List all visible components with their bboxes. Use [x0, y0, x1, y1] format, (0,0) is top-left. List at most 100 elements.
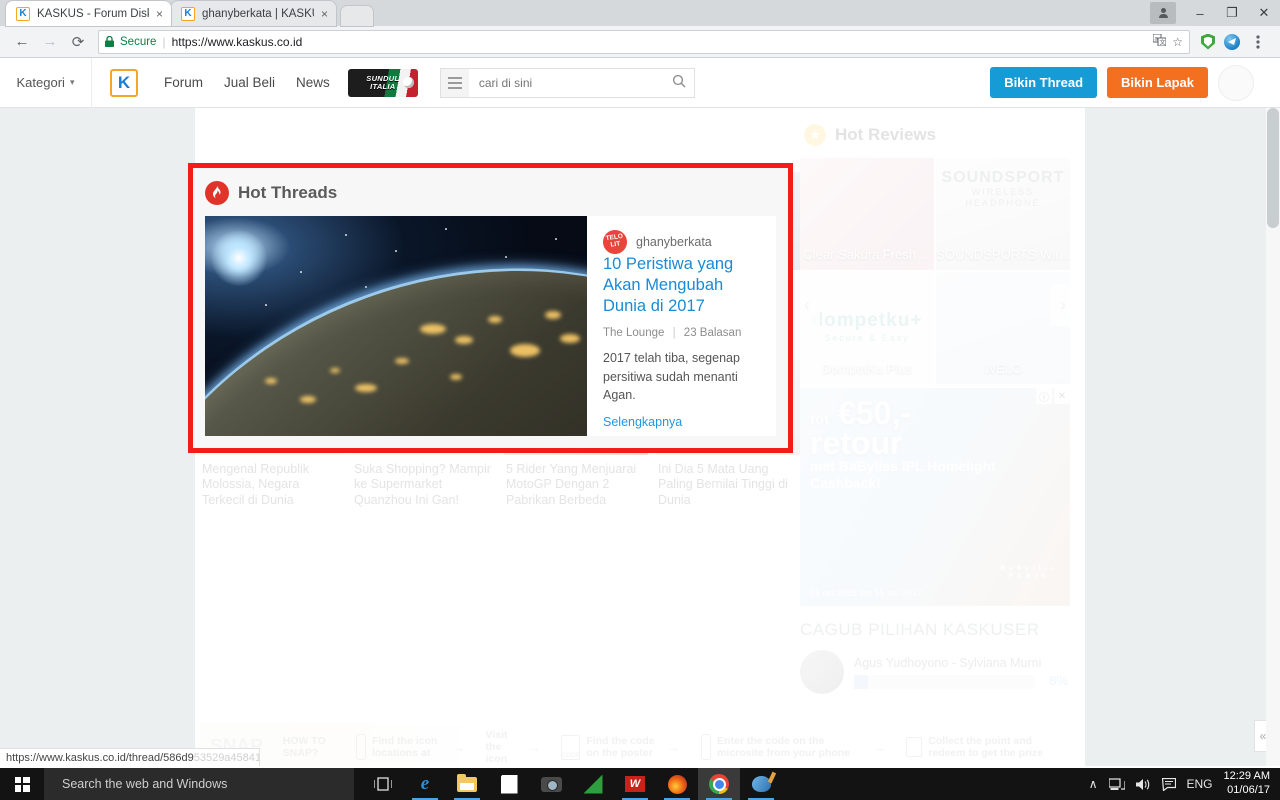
arrow-icon: → — [526, 739, 541, 755]
language-indicator[interactable]: ENG — [1187, 777, 1213, 791]
maximize-button[interactable]: ❐ — [1216, 0, 1248, 26]
action-center-icon[interactable] — [1161, 777, 1176, 791]
search-box[interactable] — [439, 67, 695, 98]
minimize-button[interactable]: – — [1184, 0, 1216, 26]
review-caption: Clear Sakura Fresh ... — [803, 247, 931, 262]
thread-forum[interactable]: The Lounge — [603, 327, 664, 339]
bikin-lapak-button[interactable]: Bikin Lapak — [1107, 67, 1208, 98]
ad-brand-sub: PARIS — [1008, 572, 1050, 580]
overlay-sub: WIRELESS HEADPHONE — [965, 187, 1041, 208]
carousel-next-icon[interactable]: › — [1050, 284, 1076, 326]
ad-info-icon[interactable]: ⓘ — [1036, 388, 1052, 404]
browser-tab-2[interactable]: K ghanyberkata | KASKUS × — [171, 1, 336, 26]
taskbar-chrome-icon[interactable] — [698, 768, 740, 800]
taskbar-edge-icon[interactable]: e — [404, 768, 446, 800]
review-tile[interactable]: SOUNDSPORT WIRELESS HEADPHONE SOUNDSPORT… — [936, 158, 1070, 270]
author-username[interactable]: ghanyberkata — [636, 235, 712, 249]
nav-link-news[interactable]: News — [296, 75, 330, 90]
kategori-menu[interactable]: Kategori ▾ — [0, 58, 92, 108]
browser-extension-icon[interactable] — [1220, 30, 1244, 54]
bottom-banner-ad[interactable]: SNAP HOW TO SNAP? Find the icon location… — [200, 723, 1080, 766]
kaskus-k-icon: K — [16, 6, 30, 21]
taskbar-firefox-icon[interactable] — [656, 768, 698, 800]
sidebar-advertisement[interactable]: ⓘ ✕ tot €50,- retour met BaByliss IPL Ho… — [800, 388, 1070, 606]
taskbar-clock[interactable]: 12:29 AM 01/06/17 — [1224, 770, 1270, 798]
thread-thumbnail[interactable] — [205, 216, 587, 436]
ad-headline-retour: retour — [810, 425, 903, 462]
cagub-poll-widget: CAGUB PILIHAN KASKUSER Agus Yudhoyono - … — [800, 616, 1070, 694]
browser-tab-1[interactable]: K KASKUS - Forum Diskusi × — [6, 1, 171, 26]
cagub-candidate-row[interactable]: Agus Yudhoyono - Sylviana Murni 8% — [800, 650, 1070, 694]
hot-reviews-header: ★ Hot Reviews — [800, 108, 1070, 158]
tab-close-icon[interactable]: × — [156, 8, 163, 20]
hot-threads-card: Hot Threads TELO LIT ghanyberkata 10 Per… — [188, 163, 793, 453]
taskbar-store-icon[interactable] — [488, 768, 530, 800]
phone-icon — [355, 734, 366, 760]
back-icon[interactable]: ← — [8, 28, 36, 56]
taskbar-file-explorer-icon[interactable] — [446, 768, 488, 800]
overlay-main: SOUNDSPORT — [941, 169, 1065, 186]
adguard-shield-icon[interactable] — [1196, 30, 1220, 54]
ad-close-icon[interactable]: ✕ — [1054, 388, 1070, 404]
tab-close-icon[interactable]: × — [321, 8, 328, 20]
tab-strip: K KASKUS - Forum Diskusi × K ghanyberkat… — [0, 0, 1280, 26]
poll-bar: 8% — [854, 673, 1068, 689]
taskbar-search-box[interactable]: Search the web and Windows — [44, 768, 354, 800]
taskbar-app-icons: e W — [362, 768, 782, 800]
address-bar[interactable]: Secure | https://www.kaskus.co.id a文 ☆ — [98, 29, 1190, 54]
review-tile[interactable]: dompetku+ Secure & Easy DompetKu Plus — [800, 272, 934, 384]
ad-brand: BaByliss PARIS — [1000, 564, 1058, 580]
bookmark-star-icon[interactable]: ☆ — [1172, 35, 1183, 49]
bikin-thread-button[interactable]: Bikin Thread — [990, 67, 1098, 98]
arrow-icon: → — [451, 739, 466, 755]
reload-icon[interactable]: ⟳ — [64, 28, 92, 56]
search-icon[interactable] — [664, 74, 694, 91]
meta-separator: | — [672, 326, 676, 339]
review-tile[interactable]: Clear Sakura Fresh ... — [800, 158, 934, 270]
overlay-sub: Secure & Easy — [824, 332, 910, 343]
volume-icon[interactable] — [1135, 778, 1151, 791]
url-text[interactable]: https://www.kaskus.co.id — [172, 35, 1148, 49]
start-button[interactable] — [0, 768, 44, 800]
translate-icon[interactable]: a文 — [1152, 33, 1167, 49]
taskbar-camera-icon[interactable] — [530, 768, 572, 800]
system-tray: ∧ ENG 12:29 AM 01/06/17 — [1089, 770, 1280, 798]
nav-link-forum[interactable]: Forum — [164, 75, 203, 90]
network-icon[interactable] — [1108, 777, 1125, 791]
task-view-icon[interactable] — [362, 768, 404, 800]
thread-author[interactable]: TELO LIT ghanyberkata — [601, 228, 760, 256]
read-more-link[interactable]: Selengkapnya — [603, 415, 682, 429]
taskbar-winamp-icon[interactable]: W — [614, 768, 656, 800]
new-tab-button[interactable] — [341, 6, 373, 26]
menu-icon[interactable] — [440, 68, 469, 97]
banner-step-2: Visit the icon → — [476, 729, 551, 765]
sundul-italia-badge[interactable]: SUNDUL ITALIA — [347, 68, 418, 97]
taskbar-paint-icon[interactable] — [740, 768, 782, 800]
carousel-prev-icon[interactable]: ‹ — [794, 284, 820, 326]
poll-percent: 8% — [1049, 672, 1068, 688]
tray-expand-icon[interactable]: ∧ — [1089, 777, 1098, 791]
taskbar-vegas-icon[interactable] — [572, 768, 614, 800]
kategori-label: Kategori — [16, 75, 65, 90]
close-window-button[interactable]: ✕ — [1248, 0, 1280, 26]
kaskus-k-icon: K — [181, 6, 195, 21]
chrome-browser-window: K KASKUS - Forum Diskusi × K ghanyberkat… — [0, 0, 1280, 768]
thread-title-link[interactable]: 10 Peristiwa yang Akan Mengubah Dunia di… — [603, 255, 733, 315]
ad-date-range: 15 okt 2016 t/m 15 jan 2017 — [810, 588, 922, 598]
user-avatar[interactable] — [1218, 64, 1254, 101]
banner-step-3: CODE Find the code on the poster → — [551, 734, 691, 760]
step-text: Visit the icon — [485, 728, 508, 766]
profile-avatar-icon[interactable] — [1150, 2, 1176, 24]
scrollbar-thumb[interactable] — [1267, 108, 1279, 228]
banner-step-1: Find the icon locations at → — [346, 734, 476, 760]
kaskus-site-header: Kategori ▾ K Forum Jual Beli News SUNDUL… — [0, 58, 1280, 108]
forward-icon[interactable]: → — [36, 28, 64, 56]
kaskus-logo-icon[interactable]: K — [110, 68, 138, 97]
step-text: Enter the code on the microsite from you… — [717, 734, 851, 759]
thread-replies: 23 Balasan — [683, 326, 742, 339]
chrome-menu-icon[interactable] — [1244, 28, 1272, 56]
nav-link-jual-beli[interactable]: Jual Beli — [224, 75, 275, 90]
search-input[interactable] — [468, 75, 664, 90]
hot-thread-item[interactable]: TELO LIT ghanyberkata 10 Peristiwa yang … — [205, 216, 776, 436]
page-scrollbar[interactable] — [1266, 108, 1280, 766]
